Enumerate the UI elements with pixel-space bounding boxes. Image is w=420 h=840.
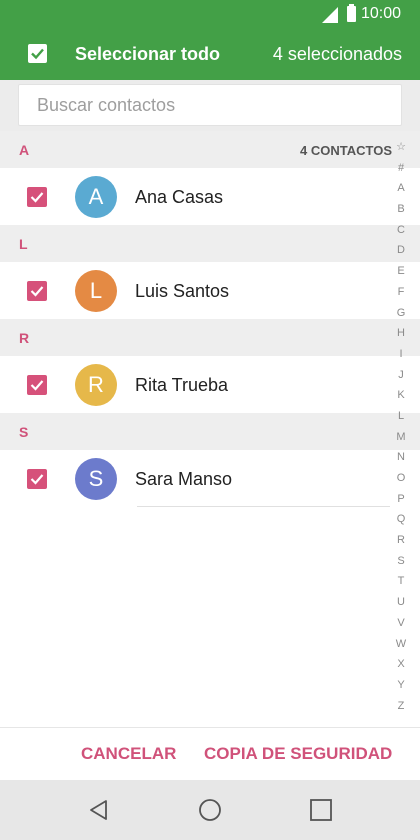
- section-letter: R: [19, 330, 30, 346]
- section-header-r: R: [0, 319, 420, 356]
- index-letter[interactable]: Q: [390, 509, 412, 530]
- index-letter[interactable]: I: [390, 344, 412, 365]
- section-header-s: S: [0, 413, 420, 450]
- index-letter[interactable]: O: [390, 468, 412, 489]
- checkmark-icon: [31, 48, 44, 60]
- section-letter: S: [19, 424, 29, 440]
- index-letter[interactable]: N: [390, 447, 412, 468]
- search-area: [0, 80, 420, 131]
- contact-checkbox[interactable]: [27, 187, 47, 207]
- section-header-a: A 4 CONTACTOS: [0, 131, 420, 168]
- checkmark-icon: [30, 380, 44, 391]
- index-letter[interactable]: S: [390, 551, 412, 572]
- contact-checkbox[interactable]: [27, 375, 47, 395]
- action-bar: CANCELAR COPIA DE SEGURIDAD: [0, 727, 420, 780]
- signal-icon: [322, 7, 338, 23]
- index-letter[interactable]: W: [390, 634, 412, 655]
- index-letter[interactable]: D: [390, 240, 412, 261]
- index-letter[interactable]: A: [390, 178, 412, 199]
- back-icon[interactable]: [87, 798, 111, 822]
- recents-icon[interactable]: [309, 798, 333, 822]
- index-letter[interactable]: C: [390, 220, 412, 241]
- index-letter[interactable]: L: [390, 406, 412, 427]
- index-letter[interactable]: V: [390, 613, 412, 634]
- index-letter[interactable]: R: [390, 530, 412, 551]
- index-letter[interactable]: M: [390, 427, 412, 448]
- contact-row[interactable]: A Ana Casas: [0, 168, 390, 225]
- contact-checkbox[interactable]: [27, 281, 47, 301]
- select-all-checkbox[interactable]: [28, 44, 47, 63]
- index-letter[interactable]: Z: [390, 696, 412, 717]
- search-input[interactable]: [18, 84, 402, 126]
- index-letter[interactable]: G: [390, 303, 412, 324]
- index-letter[interactable]: U: [390, 592, 412, 613]
- index-letter[interactable]: B: [390, 199, 412, 220]
- selected-count: 4 seleccionados: [272, 44, 402, 64]
- contact-name: Sara Manso: [135, 469, 233, 489]
- home-icon[interactable]: [198, 798, 222, 822]
- section-letter: L: [19, 236, 28, 252]
- index-letter[interactable]: K: [390, 385, 412, 406]
- navigation-bar: [0, 780, 420, 840]
- checkmark-icon: [30, 192, 44, 203]
- avatar: A: [75, 176, 117, 218]
- contact-name: Rita Trueba: [135, 375, 229, 395]
- row-divider: [137, 506, 390, 507]
- contact-name: Luis Santos: [135, 281, 230, 301]
- section-header-l: L: [0, 225, 420, 262]
- index-letter[interactable]: F: [390, 282, 412, 303]
- index-letter[interactable]: Y: [390, 675, 412, 696]
- alphabet-index[interactable]: ☆ # A B C D E F G H I J K L M N O P Q R …: [390, 137, 412, 716]
- checkmark-icon: [30, 474, 44, 485]
- cancel-button[interactable]: CANCELAR: [81, 744, 176, 764]
- backup-button[interactable]: COPIA DE SEGURIDAD: [204, 744, 392, 764]
- select-all-label[interactable]: Seleccionar todo: [75, 44, 220, 65]
- index-letter[interactable]: P: [390, 489, 412, 510]
- index-letter[interactable]: T: [390, 571, 412, 592]
- index-letter[interactable]: J: [390, 365, 412, 386]
- index-letter[interactable]: #: [390, 158, 412, 179]
- index-letter[interactable]: ☆: [390, 137, 412, 158]
- index-letter[interactable]: H: [390, 323, 412, 344]
- index-letter[interactable]: X: [390, 654, 412, 675]
- contact-name: Ana Casas: [135, 187, 224, 207]
- contact-count: 4 CONTACTOS: [300, 143, 392, 158]
- checkmark-icon: [30, 286, 44, 297]
- avatar: R: [75, 364, 117, 406]
- section-letter: A: [19, 142, 30, 158]
- status-bar: 10:00: [0, 0, 420, 28]
- avatar: S: [75, 458, 117, 500]
- contact-row[interactable]: S Sara Manso: [0, 450, 390, 507]
- avatar: L: [75, 270, 117, 312]
- contact-row[interactable]: R Rita Trueba: [0, 356, 390, 413]
- battery-icon: [347, 4, 356, 22]
- contact-checkbox[interactable]: [27, 469, 47, 489]
- index-letter[interactable]: E: [390, 261, 412, 282]
- status-time: 10:00: [361, 5, 402, 22]
- contact-row[interactable]: L Luis Santos: [0, 262, 390, 319]
- app-bar: Seleccionar todo 4 seleccionados: [0, 28, 420, 80]
